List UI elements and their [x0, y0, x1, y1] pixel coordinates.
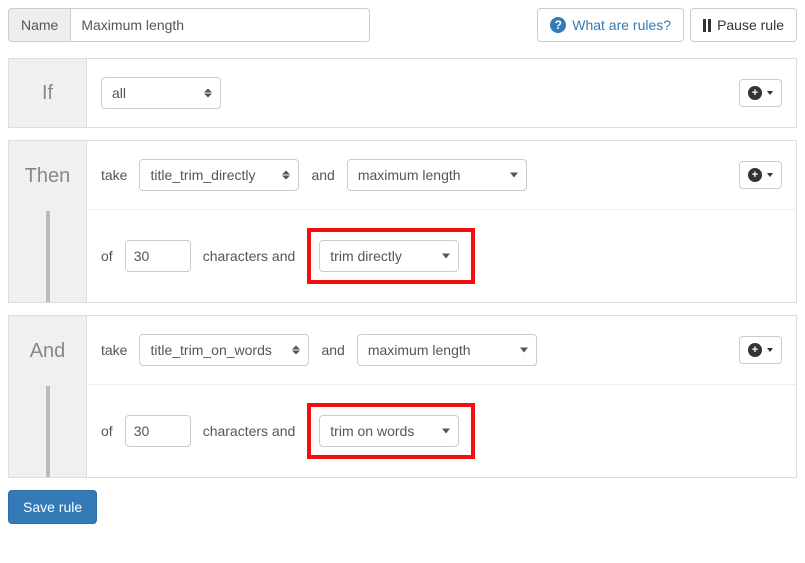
if-add-button[interactable]: + — [739, 79, 782, 107]
and-trim-mode-select[interactable]: trim on words — [319, 415, 459, 447]
and-block: And take title_trim_on_words and maximum… — [8, 315, 797, 478]
name-label: Name — [8, 8, 70, 42]
then-trim-highlight: trim directly — [307, 228, 475, 284]
and-field-select[interactable]: title_trim_on_words — [139, 334, 309, 366]
then-block: Then take title_trim_directly and maximu… — [8, 140, 797, 303]
caret-down-icon — [767, 173, 773, 177]
and-trim-highlight: trim on words — [307, 403, 475, 459]
then-row-2: of characters and trim directly — [87, 209, 796, 302]
caret-down-icon — [767, 91, 773, 95]
take-word: take — [101, 342, 127, 358]
and-word: and — [311, 167, 334, 183]
then-add-button[interactable]: + — [739, 161, 782, 189]
rule-name-input[interactable] — [70, 8, 370, 42]
then-action-select[interactable]: maximum length — [347, 159, 527, 191]
and-row-2: of characters and trim on words — [87, 384, 796, 477]
then-field-select[interactable]: title_trim_directly — [139, 159, 299, 191]
of-word: of — [101, 423, 113, 439]
if-condition-select[interactable]: all — [101, 77, 221, 109]
then-count-input[interactable] — [125, 240, 191, 272]
take-word: take — [101, 167, 127, 183]
and-word: and — [321, 342, 344, 358]
pause-icon — [703, 19, 711, 32]
and-count-input[interactable] — [125, 415, 191, 447]
and-label-col: And — [9, 316, 87, 477]
top-bar: Name ? What are rules? Pause rule — [8, 8, 797, 42]
then-label-col: Then — [9, 141, 87, 302]
and-row-1: take title_trim_on_words and maximum len… — [87, 316, 796, 384]
if-block: If all + — [8, 58, 797, 128]
and-label: And — [9, 316, 86, 386]
and-add-button[interactable]: + — [739, 336, 782, 364]
and-action-select[interactable]: maximum length — [357, 334, 537, 366]
what-are-rules-button[interactable]: ? What are rules? — [537, 8, 684, 42]
pause-rule-button[interactable]: Pause rule — [690, 8, 797, 42]
plus-icon: + — [748, 343, 762, 357]
help-text: What are rules? — [572, 17, 671, 33]
of-word: of — [101, 248, 113, 264]
vertical-connector — [46, 211, 50, 302]
plus-icon: + — [748, 168, 762, 182]
vertical-connector — [46, 386, 50, 477]
caret-down-icon — [767, 348, 773, 352]
pause-text: Pause rule — [717, 17, 784, 33]
then-trim-mode-select[interactable]: trim directly — [319, 240, 459, 272]
chars-and-word: characters and — [203, 423, 296, 439]
chars-and-word: characters and — [203, 248, 296, 264]
plus-icon: + — [748, 86, 762, 100]
save-rule-button[interactable]: Save rule — [8, 490, 97, 524]
then-row-1: take title_trim_directly and maximum len… — [87, 141, 796, 209]
then-label: Then — [9, 141, 86, 211]
help-icon: ? — [550, 17, 566, 33]
if-label: If — [9, 59, 87, 127]
